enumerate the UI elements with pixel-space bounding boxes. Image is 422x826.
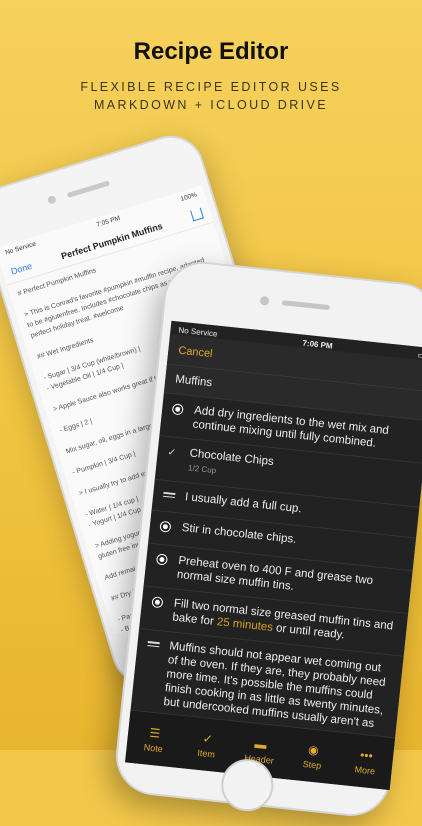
row-text: I usually add a full cup. xyxy=(184,491,303,516)
checkmark-icon: ✓ xyxy=(167,447,177,459)
step-icon xyxy=(155,553,171,570)
dark-phone: No Service 7:06 PM ▭ Cancel Muffins Add … xyxy=(111,258,422,820)
row-text: Stir in chocolate chips. xyxy=(181,521,297,546)
tab-label: More xyxy=(354,764,376,777)
step-icon xyxy=(159,520,175,538)
header-icon: ▬ xyxy=(253,736,268,752)
share-icon[interactable] xyxy=(190,207,204,222)
note-tab-icon: ☰ xyxy=(148,725,161,741)
tab-step[interactable]: ◉ Step xyxy=(288,728,337,784)
row-content: Chocolate Chips 1/2 Cup xyxy=(187,446,275,484)
tab-label: Step xyxy=(302,758,322,771)
done-button[interactable]: Done xyxy=(10,260,33,276)
battery-icon: ▭ xyxy=(417,350,422,361)
more-dots-icon: ••• xyxy=(359,747,374,764)
dark-screen: No Service 7:06 PM ▭ Cancel Muffins Add … xyxy=(125,320,422,791)
page-subtitle: FLEXIBLE RECIPE EDITOR USES MARKDOWN + I… xyxy=(80,80,342,112)
row-detail: 1/2 Cup xyxy=(187,463,217,476)
step-icon xyxy=(151,596,167,613)
note-icon xyxy=(162,490,177,505)
cancel-button[interactable]: Cancel xyxy=(178,345,213,361)
page-title: Recipe Editor xyxy=(133,38,289,65)
item-check-icon: ✓ xyxy=(202,731,214,747)
tab-label: Note xyxy=(143,742,164,755)
step-icon xyxy=(171,403,187,420)
tab-more[interactable]: ••• More xyxy=(341,733,390,789)
tab-note[interactable]: ☰ Note xyxy=(130,711,179,767)
note-icon xyxy=(147,639,162,654)
tab-item[interactable]: ✓ Item xyxy=(183,717,232,773)
